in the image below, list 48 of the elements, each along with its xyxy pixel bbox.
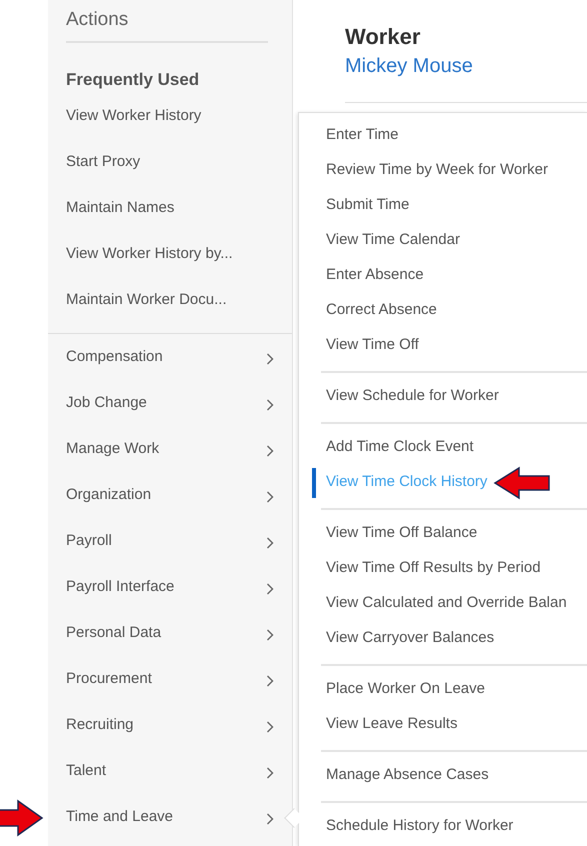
page-title: Worker bbox=[345, 23, 420, 51]
chevron-icon bbox=[266, 813, 274, 825]
chevron-icon bbox=[266, 629, 274, 641]
sidebar-item[interactable]: Personal Data bbox=[48, 610, 292, 656]
menu-item[interactable]: View Leave Results bbox=[326, 713, 458, 736]
chevron-icon bbox=[266, 583, 274, 595]
sidebar-link[interactable]: View Worker History by... bbox=[66, 231, 233, 277]
chevron-icon bbox=[266, 491, 274, 503]
sidebar-item[interactable]: Job Change bbox=[48, 380, 292, 426]
sidebar-item[interactable]: Time and Leave bbox=[48, 794, 292, 840]
sidebar-item[interactable]: Compensation bbox=[48, 334, 292, 380]
sidebar-item[interactable]: Organization bbox=[48, 472, 292, 518]
worker-link[interactable]: Mickey Mouse bbox=[345, 52, 473, 80]
menu-item[interactable]: Review Time by Week for Worker bbox=[326, 159, 548, 182]
chevron-icon bbox=[266, 445, 274, 457]
menu-item[interactable]: View Schedule for Worker bbox=[326, 385, 499, 408]
menu-item[interactable]: Submit Time bbox=[326, 194, 410, 217]
menu-item[interactable]: Manage Absence Cases bbox=[326, 764, 489, 787]
sidebar-link[interactable]: View Worker History bbox=[66, 93, 202, 139]
sidebar-item[interactable]: Recruiting bbox=[48, 702, 292, 748]
sidebar-link[interactable]: Start Proxy bbox=[66, 139, 140, 185]
menu-item[interactable]: Add Time Clock Event bbox=[326, 436, 474, 459]
menu-item[interactable]: View Carryover Balances bbox=[326, 627, 494, 650]
chevron-icon bbox=[266, 537, 274, 549]
sidebar-item[interactable]: Payroll bbox=[48, 518, 292, 564]
chevron-icon bbox=[266, 721, 274, 733]
menu-item[interactable]: Enter Time bbox=[326, 124, 399, 147]
sidebar-link[interactable]: Maintain Worker Docu... bbox=[66, 277, 227, 323]
sidebar-item[interactable]: Payroll Interface bbox=[48, 564, 292, 610]
menu-item[interactable]: View Time Off bbox=[326, 334, 419, 357]
menu-item[interactable]: View Time Off Balance bbox=[326, 522, 478, 545]
menu-item[interactable]: Schedule History for Worker bbox=[326, 815, 514, 838]
menu-item[interactable]: Enter Absence bbox=[326, 264, 424, 287]
chevron-icon bbox=[266, 675, 274, 687]
sidebar-item[interactable]: Manage Work bbox=[48, 426, 292, 472]
chevron-icon bbox=[266, 353, 274, 365]
chevron-icon bbox=[266, 399, 274, 411]
sidebar-link[interactable]: Maintain Names bbox=[66, 185, 174, 231]
menu-item[interactable]: Correct Absence bbox=[326, 299, 437, 322]
menu-item[interactable]: View Time Off Results by Period bbox=[326, 557, 541, 580]
sidebar-item[interactable]: Procurement bbox=[48, 656, 292, 702]
sidebar-item[interactable]: Talent bbox=[48, 748, 292, 794]
menu-item[interactable]: Place Worker On Leave bbox=[326, 678, 485, 701]
menu-item[interactable]: View Time Calendar bbox=[326, 229, 460, 252]
section-title: Actions bbox=[66, 8, 128, 32]
chevron-icon bbox=[266, 767, 274, 779]
section-heading: Frequently Used bbox=[66, 69, 200, 91]
menu-item[interactable]: View Calculated and Override Balan bbox=[326, 592, 567, 615]
